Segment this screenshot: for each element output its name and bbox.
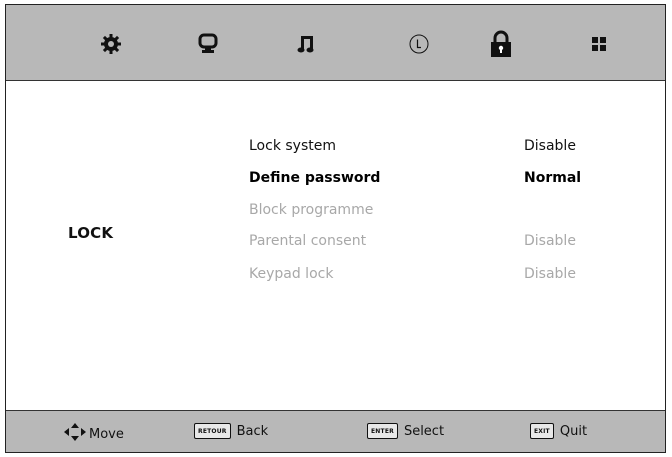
section-title: LOCK bbox=[68, 224, 114, 242]
osd-menu-frame: LOCK Lock system Disable Define password… bbox=[5, 4, 666, 453]
menu-item-label: Define password bbox=[249, 170, 381, 186]
menu-item-lock-system[interactable]: Lock system Disable bbox=[249, 138, 589, 160]
grid-icon bbox=[589, 34, 609, 54]
menu-item-parental-consent[interactable]: Parental consent Disable bbox=[249, 233, 589, 255]
tab-screen[interactable] bbox=[191, 27, 225, 61]
menu-content: LOCK Lock system Disable Define password… bbox=[6, 81, 665, 413]
hint-quit: EXIT Quit bbox=[530, 423, 587, 439]
menu-item-label: Parental consent bbox=[249, 233, 367, 249]
clock-icon bbox=[407, 32, 431, 56]
menu-item-value: Disable bbox=[524, 233, 576, 249]
menu-item-label: Lock system bbox=[249, 138, 336, 154]
menu-item-value: Disable bbox=[524, 138, 576, 154]
tab-picture[interactable] bbox=[94, 27, 128, 61]
hint-move-label: Move bbox=[89, 426, 124, 442]
menu-item-label: Block programme bbox=[249, 202, 374, 218]
enter-key-icon: ENTER bbox=[367, 423, 398, 439]
tab-sound[interactable] bbox=[289, 27, 323, 61]
tab-setup[interactable] bbox=[582, 27, 616, 61]
tab-lock[interactable] bbox=[484, 27, 518, 61]
direction-arrows-icon bbox=[64, 423, 86, 445]
menu-item-value: Disable bbox=[524, 266, 576, 282]
hint-select-label: Select bbox=[403, 423, 445, 439]
hint-move: Move bbox=[64, 423, 124, 445]
monitor-icon bbox=[197, 33, 219, 55]
top-tab-bar bbox=[6, 5, 665, 81]
menu-item-block-programme[interactable]: Block programme bbox=[249, 202, 589, 224]
menu-item-define-password[interactable]: Define password Normal bbox=[249, 170, 589, 192]
hint-back: RETOUR Back bbox=[194, 423, 268, 439]
retour-key-icon: RETOUR bbox=[194, 423, 231, 439]
tab-time[interactable] bbox=[402, 27, 436, 61]
music-note-icon bbox=[295, 33, 317, 55]
hint-select: ENTER Select bbox=[367, 423, 444, 439]
menu-item-value: Normal bbox=[524, 170, 582, 186]
footer-hint-bar: Move RETOUR Back ENTER Select EXIT Quit bbox=[6, 410, 665, 452]
menu-item-label: Keypad lock bbox=[249, 266, 334, 282]
hint-back-label: Back bbox=[236, 423, 269, 439]
exit-key-icon: EXIT bbox=[530, 423, 554, 439]
padlock-icon bbox=[488, 29, 514, 59]
menu-item-keypad-lock[interactable]: Keypad lock Disable bbox=[249, 266, 589, 288]
gear-icon bbox=[99, 32, 123, 56]
hint-quit-label: Quit bbox=[559, 423, 588, 439]
